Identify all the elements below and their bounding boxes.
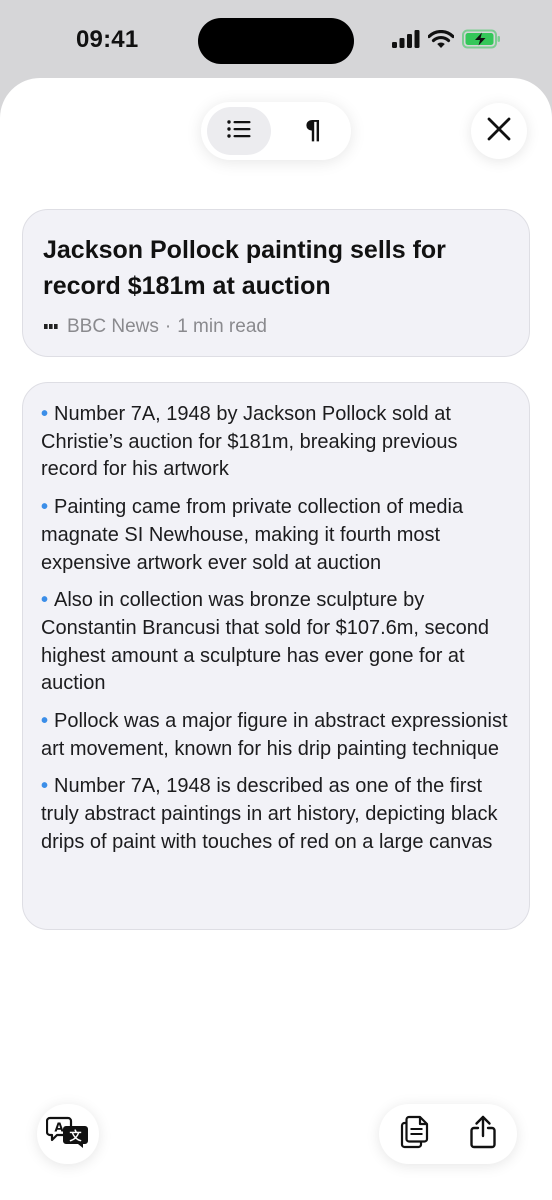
- bullet-text: Number 7A, 1948 is described as one of t…: [41, 775, 498, 853]
- action-group: [379, 1104, 517, 1164]
- bullet-dot: •: [41, 589, 49, 612]
- summary-card: • Number 7A, 1948 by Jackson Pollock sold…: [22, 382, 530, 930]
- summary-sheet: ¶ Jackson Pollock painting sells for rec…: [0, 78, 552, 1200]
- list-icon: [227, 119, 251, 144]
- meta-separator: ·: [164, 316, 172, 337]
- bullet-dot: •: [41, 775, 49, 798]
- wifi-icon: [427, 29, 455, 54]
- copy-button[interactable]: [387, 1110, 443, 1158]
- read-time: 1 min read: [177, 316, 267, 337]
- status-bar: 09:41: [0, 0, 552, 80]
- view-mode-toggle: ¶: [201, 102, 351, 160]
- battery-icon: [462, 29, 502, 54]
- signal-icon: [392, 30, 420, 53]
- paragraph-mode-button[interactable]: ¶: [281, 107, 345, 155]
- summary-mode-button[interactable]: [207, 107, 271, 155]
- status-icons: [392, 29, 502, 54]
- article-title: Jackson Pollock painting sells for recor…: [43, 236, 446, 300]
- translate-button[interactable]: A 文: [37, 1104, 99, 1164]
- translate-icon: A 文: [45, 1115, 90, 1154]
- svg-text:文: 文: [69, 1128, 82, 1143]
- article-header-card: Jackson Pollock painting sells for recor…: [22, 209, 530, 357]
- bullet-dot: •: [41, 403, 49, 425]
- source-name: BBC News: [67, 316, 159, 337]
- bullet-text: Also in collection was bronze sculpture …: [41, 589, 490, 695]
- bullet-text: Painting came from private collection of…: [41, 496, 464, 574]
- bullet-text: Number 7A, 1948 by Jackson Pollock sold …: [41, 403, 458, 481]
- dynamic-island: [198, 18, 354, 64]
- article-meta: BBC News · 1 min read: [43, 316, 509, 338]
- summary-bullet: • Number 7A, 1948 is described as one of …: [41, 773, 511, 856]
- summary-bullet: • Number 7A, 1948 by Jackson Pollock sold…: [41, 401, 511, 484]
- bullet-dot: •: [41, 710, 49, 733]
- pilcrow-icon: ¶: [304, 116, 322, 146]
- share-button[interactable]: [455, 1110, 511, 1158]
- copy-icon: [400, 1115, 430, 1154]
- bullet-dot: •: [41, 496, 49, 519]
- summary-bullet-list: • Number 7A, 1948 by Jackson Pollock sold…: [41, 401, 511, 857]
- summary-bullet: • Also in collection was bronze sculpture…: [41, 587, 511, 698]
- close-button[interactable]: [471, 103, 527, 159]
- source-logo-icon: [43, 319, 59, 335]
- summary-bullet: • Pollock was a major figure in abstract …: [41, 708, 511, 763]
- summary-bullet: • Painting came from private collection o…: [41, 494, 511, 577]
- svg-text:A: A: [54, 1120, 64, 1134]
- close-icon: [487, 117, 511, 146]
- status-time: 09:41: [76, 26, 139, 53]
- bullet-text: Pollock was a major figure in abstract e…: [41, 710, 508, 760]
- share-icon: [469, 1115, 497, 1154]
